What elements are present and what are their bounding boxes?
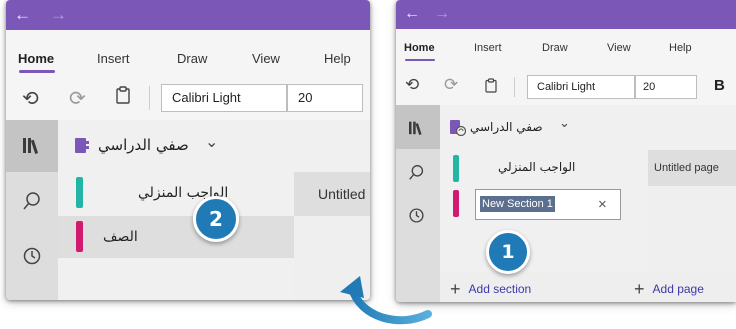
section-label-homework: الواجب المنزلي [498,160,576,174]
tab-insert[interactable]: Insert [97,51,130,66]
ribbon-tabs: Home Insert Draw View Help [396,29,736,69]
redo-icon[interactable]: ⟳ [444,75,458,95]
ribbon-tabs: Home Insert Draw View Help [6,30,370,76]
new-section-name-input[interactable]: New Section 1 × [475,189,621,220]
step-badge-1: 1 [486,230,530,274]
add-page-button[interactable]: + Add page [634,279,704,300]
chevron-down-icon[interactable]: ⌄ [559,115,570,131]
close-icon[interactable]: × [598,196,607,213]
tab-home-underline [19,70,55,73]
plus-icon: + [450,279,461,299]
font-name-box[interactable]: Calibri Light [161,84,287,112]
undo-icon[interactable]: ⟲ [22,86,39,111]
navigation-rail [6,120,58,300]
bold-button[interactable]: B [714,77,725,94]
section-color-tab [76,221,83,252]
section-list-empty [440,222,648,272]
section-row[interactable]: الواجب المنزلي [440,150,648,186]
pages-pane: Untitled page [648,150,736,272]
notebook-header[interactable]: صفي الدراسي ⌄ [440,105,736,150]
tab-home[interactable]: Home [18,51,54,66]
toolbar: ⟲ ⟳ Calibri Light 20 [6,76,370,120]
toolbar-separator [514,77,515,97]
notebook-title: صفي الدراسي [98,136,189,154]
library-icon[interactable] [22,136,42,159]
forward-arrow-icon[interactable]: → [434,4,450,24]
section-row[interactable]: الواجب المنزلي [58,172,294,216]
plus-icon: + [634,279,645,299]
clock-icon[interactable] [408,207,425,229]
font-name-box[interactable]: Calibri Light [527,75,635,99]
tab-view[interactable]: View [252,51,280,66]
redo-icon[interactable]: ⟳ [69,86,86,111]
font-size-box[interactable]: 20 [635,75,697,99]
tab-help[interactable]: Help [669,42,692,54]
tab-help[interactable]: Help [324,51,351,66]
section-row-selected[interactable]: الصف [58,216,294,258]
section-list-empty [58,258,294,300]
onenote-window-before: ← → Home Insert Draw View Help ⟲ ⟳ Calib… [396,0,736,302]
search-icon[interactable] [408,164,425,186]
tab-draw[interactable]: Draw [542,42,568,54]
toolbar-separator [149,86,150,110]
add-section-button[interactable]: + Add section [450,279,531,300]
font-size-box[interactable]: 20 [287,84,363,112]
onenote-window-after: ← → Home Insert Draw View Help ⟲ ⟳ Calib… [6,0,370,300]
library-icon[interactable] [408,120,425,140]
notebook-sync-icon [449,119,467,141]
tab-insert[interactable]: Insert [474,42,502,54]
section-color-tab [453,155,459,182]
back-arrow-icon[interactable]: ← [404,4,420,24]
add-page-label: Add page [652,282,704,296]
notebook-title: صفي الدراسي [470,120,543,134]
page-item[interactable]: Untitled [294,172,370,216]
back-arrow-icon[interactable]: ← [14,5,31,25]
tab-home-underline [405,59,435,61]
clock-icon[interactable] [22,246,42,271]
tab-view[interactable]: View [607,42,631,54]
page-item[interactable]: Untitled page [648,150,736,186]
title-bar: ← → [396,0,736,29]
title-bar: ← → [6,0,370,30]
tab-home[interactable]: Home [404,42,435,54]
notebook-icon [74,137,90,159]
section-label-class: الصف [103,229,138,245]
forward-arrow-icon[interactable]: → [50,5,67,25]
notebook-header[interactable]: صفي الدراسي ⌄ [58,120,370,172]
transition-arrow-icon [340,276,432,325]
chevron-down-icon[interactable]: ⌄ [205,132,218,152]
section-color-tab [453,190,459,217]
step-badge-2: 2 [193,196,239,242]
clipboard-icon[interactable] [485,78,497,98]
undo-icon[interactable]: ⟲ [405,75,419,95]
section-color-tab [76,177,83,208]
tab-draw[interactable]: Draw [177,51,207,66]
search-icon[interactable] [22,191,42,217]
add-section-label: Add section [468,282,532,296]
toolbar: ⟲ ⟳ Calibri Light 20 B [396,69,736,105]
clipboard-icon[interactable] [116,86,130,109]
new-section-name-text: New Section 1 [480,196,555,212]
